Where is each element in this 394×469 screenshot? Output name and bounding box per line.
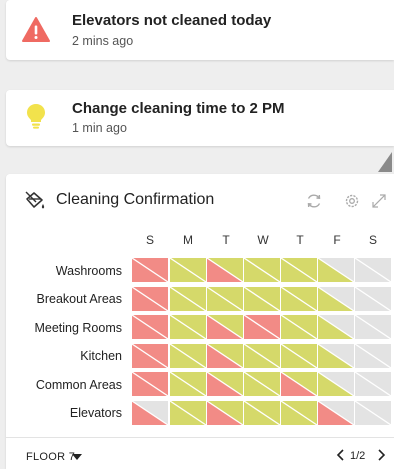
row-label: Kitchen [80, 349, 122, 363]
grid-cell[interactable] [355, 401, 391, 425]
grid-cell[interactable] [244, 344, 280, 368]
grid-cell[interactable] [207, 258, 243, 282]
day-header: S [368, 233, 377, 247]
grid-cell[interactable] [281, 315, 317, 339]
grid-cell[interactable] [207, 287, 243, 311]
grid-cell[interactable] [170, 258, 206, 282]
divider [6, 437, 394, 438]
grid-cell[interactable] [318, 401, 354, 425]
grid-cell[interactable] [355, 344, 391, 368]
grid-cell[interactable] [355, 258, 391, 282]
day-header: M [183, 233, 193, 247]
grid-cell[interactable] [244, 372, 280, 396]
grid-cell[interactable] [355, 315, 391, 339]
grid-cell[interactable] [170, 372, 206, 396]
grid-cell[interactable] [355, 372, 391, 396]
grid-cell[interactable] [244, 258, 280, 282]
notification-title: Change cleaning time to 2 PM [72, 100, 285, 117]
grid-cell[interactable] [170, 401, 206, 425]
refresh-icon[interactable] [305, 192, 323, 210]
grid-cell[interactable] [355, 287, 391, 311]
page-indicator: 1/2 [350, 450, 366, 462]
warning-icon [22, 17, 50, 42]
grid-cell[interactable] [132, 315, 168, 339]
floor-selector[interactable]: FLOOR 7 [26, 451, 75, 463]
grid-cell[interactable] [132, 258, 168, 282]
day-header: F [333, 233, 341, 247]
grid-cell[interactable] [170, 287, 206, 311]
grid-cell[interactable] [132, 287, 168, 311]
grid-cell[interactable] [318, 372, 354, 396]
grid-cell[interactable] [170, 344, 206, 368]
grid-cell[interactable] [281, 401, 317, 425]
notification-time: 1 min ago [72, 121, 127, 135]
notification-card[interactable]: Elevators not cleaned today 2 mins ago [6, 0, 394, 60]
grid-cell[interactable] [207, 344, 243, 368]
day-header: T [222, 233, 230, 247]
grid-cell[interactable] [281, 344, 317, 368]
grid-cell[interactable] [207, 401, 243, 425]
gear-icon[interactable] [343, 192, 361, 210]
notification-title: Elevators not cleaned today [72, 12, 272, 29]
grid-cell[interactable] [318, 258, 354, 282]
grid-cell[interactable] [318, 315, 354, 339]
row-label: Meeting Rooms [34, 321, 122, 335]
chevron-down-icon[interactable] [72, 454, 82, 460]
grid-cell[interactable] [281, 372, 317, 396]
grid-cell[interactable] [281, 258, 317, 282]
chevron-right-icon[interactable] [376, 448, 386, 462]
chevron-left-icon[interactable] [336, 448, 346, 462]
expand-icon[interactable] [370, 192, 388, 210]
row-label: Common Areas [35, 378, 122, 392]
notification-card[interactable]: Change cleaning time to 2 PM 1 min ago [6, 90, 394, 146]
grid-cell[interactable] [207, 372, 243, 396]
grid-cell[interactable] [244, 287, 280, 311]
cleaning-bucket-icon [25, 191, 45, 209]
row-label: Breakout Areas [36, 292, 122, 306]
day-header: T [296, 233, 304, 247]
day-header: S [145, 233, 154, 247]
row-label: Washrooms [55, 264, 122, 278]
grid-cell[interactable] [244, 401, 280, 425]
grid-cell[interactable] [281, 287, 317, 311]
lightbulb-icon [27, 104, 45, 129]
day-header: W [257, 233, 269, 247]
grid-cell[interactable] [318, 344, 354, 368]
notification-time: 2 mins ago [72, 34, 134, 48]
grid-cell[interactable] [132, 401, 168, 425]
grid-cell[interactable] [170, 315, 206, 339]
grid-cell[interactable] [318, 287, 354, 311]
grid-cell[interactable] [244, 315, 280, 339]
card-title: Cleaning Confirmation [56, 191, 215, 208]
grid-cell[interactable] [132, 372, 168, 396]
row-label: Elevators [69, 406, 122, 420]
cleaning-confirmation-widget: Cleaning Confirmation S M T W T F S Wash… [6, 174, 394, 469]
grid-cell[interactable] [132, 344, 168, 368]
resize-corner-icon [378, 152, 392, 172]
grid-cell[interactable] [207, 315, 243, 339]
